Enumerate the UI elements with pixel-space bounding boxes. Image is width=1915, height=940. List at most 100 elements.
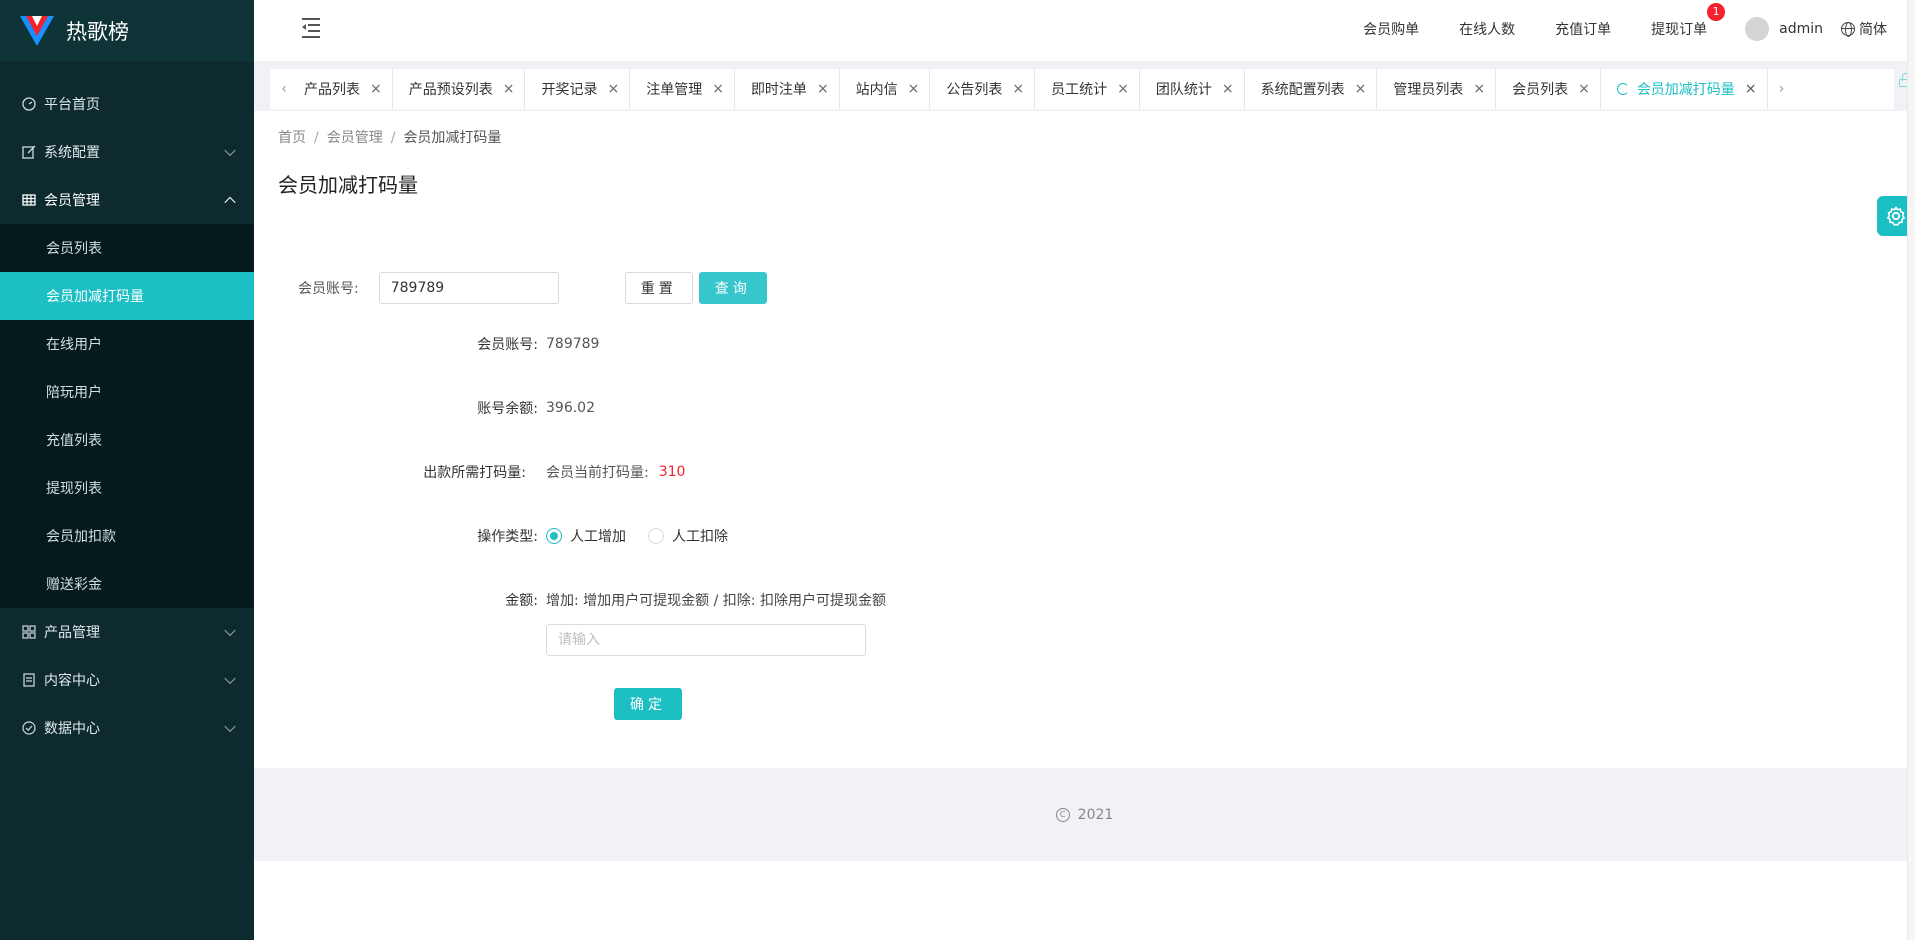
tab-bet-management[interactable]: 注单管理 ×	[630, 69, 735, 109]
close-icon[interactable]: ×	[1012, 81, 1024, 97]
required-betting-row: 出款所需打码量: 会员当前打码量: 310	[254, 462, 685, 482]
tab-staff-stats[interactable]: 员工统计 ×	[1035, 69, 1140, 109]
close-icon[interactable]: ×	[503, 81, 515, 97]
search-account-label: 会员账号:	[298, 281, 359, 297]
sidebar-item-bonus[interactable]: 赠送彩金	[0, 560, 254, 608]
account-row: 会员账号: 789789	[254, 334, 599, 354]
tabs-scroll-left-icon[interactable]: ‹	[270, 69, 298, 109]
sidebar-item-label: 会员管理	[44, 193, 100, 209]
query-button[interactable]: 查询	[698, 272, 767, 304]
tab-announcements[interactable]: 公告列表 ×	[930, 69, 1036, 109]
sidebar-item-system-config[interactable]: 系统配置	[0, 128, 254, 176]
tab-label: 公告列表	[946, 82, 1003, 98]
sidebar-item-product-management[interactable]: 产品管理	[0, 608, 254, 656]
tabs-scroll-right-icon[interactable]: ›	[1768, 69, 1796, 109]
close-icon[interactable]: ×	[1117, 81, 1129, 97]
footer: C 2021	[254, 768, 1915, 861]
logo[interactable]: 热歌榜	[0, 0, 254, 61]
page-scrollbar[interactable]	[1907, 0, 1915, 940]
header-link-recharge-orders[interactable]: 充值订单	[1555, 19, 1611, 39]
radio-manual-deduct[interactable]: 人工扣除	[648, 526, 728, 546]
refresh-icon[interactable]	[1616, 83, 1629, 95]
sidebar-item-dashboard[interactable]: 平台首页	[0, 80, 254, 128]
tab-label: 团队统计	[1155, 82, 1212, 98]
balance-row: 账号余额: 396.02	[254, 398, 595, 418]
header-link-online-count[interactable]: 在线人数	[1459, 19, 1515, 39]
close-icon[interactable]: ×	[817, 81, 829, 97]
sidebar-item-withdraw-list[interactable]: 提现列表	[0, 464, 254, 512]
tab-system-config-list[interactable]: 系统配置列表 ×	[1245, 69, 1378, 109]
tab-label: 产品预设列表	[408, 82, 493, 98]
close-icon[interactable]: ×	[712, 81, 724, 97]
close-icon[interactable]: ×	[607, 81, 619, 97]
reset-button[interactable]: 重置	[624, 272, 693, 304]
member-submenu: 会员列表 会员加减打码量 在线用户 陪玩用户 充值列表 提现列表 会员加扣款 赠…	[0, 224, 254, 608]
sidebar-item-label: 平台首页	[44, 97, 100, 113]
tab-team-stats[interactable]: 团队统计 ×	[1140, 69, 1245, 109]
chevron-down-icon	[224, 720, 236, 733]
sidebar-item-recharge-list[interactable]: 充值列表	[0, 416, 254, 464]
tab-member-list[interactable]: 会员列表 ×	[1496, 69, 1601, 109]
amount-label: 金额:	[505, 593, 538, 609]
menu-collapse-icon[interactable]	[302, 18, 322, 38]
sidebar-item-content-center[interactable]: 内容中心	[0, 656, 254, 704]
sidebar-item-data-center[interactable]: 数据中心	[0, 704, 254, 752]
breadcrumb-home[interactable]: 首页	[278, 130, 306, 146]
document-icon	[22, 673, 36, 687]
sidebar-item-member-management[interactable]: 会员管理	[0, 176, 254, 224]
tab-product-preset-list[interactable]: 产品预设列表 ×	[393, 69, 526, 109]
tab-label: 系统配置列表	[1260, 82, 1345, 98]
language-label: 简体	[1859, 22, 1887, 38]
tab-label: 即时注单	[750, 82, 807, 98]
sidebar-item-online-users[interactable]: 在线用户	[0, 320, 254, 368]
user-menu[interactable]: admin	[1745, 17, 1823, 41]
close-icon[interactable]: ×	[908, 81, 920, 97]
close-icon[interactable]: ×	[1222, 81, 1234, 97]
language-switch[interactable]: 简体	[1841, 19, 1887, 39]
radio-checked-icon	[546, 528, 562, 544]
confirm-button[interactable]: 确定	[614, 688, 682, 720]
operation-type-label: 操作类型:	[477, 529, 538, 545]
tab-admin-list[interactable]: 管理员列表 ×	[1377, 69, 1497, 109]
sidebar-item-label: 数据中心	[44, 721, 100, 737]
tab-messages[interactable]: 站内信 ×	[840, 69, 931, 109]
amount-input[interactable]	[546, 624, 866, 656]
amount-hint: 增加: 增加用户可提现金额 / 扣除: 扣除用户可提现金额	[546, 593, 886, 609]
tabs-bar: ‹ 产品列表 × 产品预设列表 × 开奖记录 × 注单管理 × 即时注单 × 站内信 × 公…	[254, 61, 1915, 111]
close-icon[interactable]: ×	[370, 81, 382, 97]
tab-member-betting-adjust[interactable]: 会员加减打码量 ×	[1601, 69, 1768, 109]
tab-label: 开奖记录	[541, 82, 598, 98]
radio-manual-add[interactable]: 人工增加	[546, 526, 626, 546]
table-icon	[22, 193, 36, 207]
account-value: 789789	[546, 336, 600, 352]
header-link-member-orders[interactable]: 会员购单	[1363, 19, 1419, 39]
tab-label: 会员加减打码量	[1636, 82, 1735, 98]
search-form: 会员账号: 重置 查询	[298, 272, 767, 304]
close-icon[interactable]: ×	[1745, 81, 1757, 97]
tab-product-list[interactable]: 产品列表 ×	[298, 69, 393, 109]
radio-label: 人工增加	[570, 529, 626, 545]
check-circle-icon	[22, 721, 36, 735]
tab-label: 站内信	[855, 82, 898, 98]
tab-draw-records[interactable]: 开奖记录 ×	[525, 69, 631, 109]
account-label: 会员账号:	[477, 337, 538, 353]
sidebar-item-member-deduct[interactable]: 会员加扣款	[0, 512, 254, 560]
globe-icon	[1841, 22, 1855, 37]
close-icon[interactable]: ×	[1355, 81, 1367, 97]
close-icon[interactable]: ×	[1578, 81, 1590, 97]
chevron-up-icon	[224, 196, 236, 209]
edit-icon	[22, 145, 36, 159]
current-betting-value: 310	[658, 464, 686, 480]
sidebar-item-label: 内容中心	[44, 673, 100, 689]
close-icon[interactable]: ×	[1473, 81, 1485, 97]
sidebar-item-companion-users[interactable]: 陪玩用户	[0, 368, 254, 416]
tab-live-bets[interactable]: 即时注单 ×	[735, 69, 840, 109]
tabs-strip: ‹ 产品列表 × 产品预设列表 × 开奖记录 × 注单管理 × 即时注单 × 站内信 × 公…	[270, 69, 1894, 109]
search-account-input[interactable]	[378, 272, 559, 304]
sidebar-item-member-betting-adjust[interactable]: 会员加减打码量	[0, 272, 254, 320]
header-link-withdraw-orders[interactable]: 提现订单 1	[1651, 3, 1726, 39]
breadcrumb: 首页 / 会员管理 / 会员加减打码量	[278, 130, 502, 146]
sidebar-item-member-list[interactable]: 会员列表	[0, 224, 254, 272]
breadcrumb-member-management[interactable]: 会员管理	[327, 130, 383, 146]
page-title: 会员加减打码量	[278, 173, 418, 197]
